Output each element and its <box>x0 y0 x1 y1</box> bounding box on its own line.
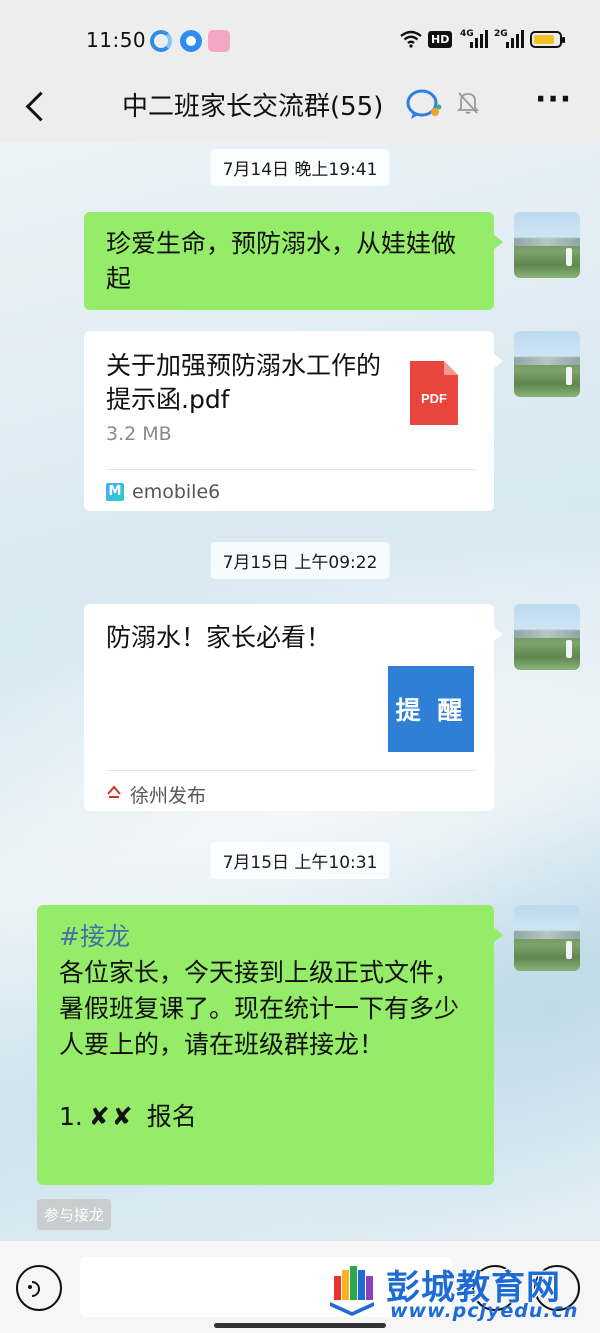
more-icon[interactable]: ··· <box>535 82 572 117</box>
chat-title: 中二班家长交流群(55) <box>122 92 384 122</box>
message-text: 珍爱生命，预防溺水，从娃娃做起 <box>106 229 457 293</box>
text-message-bubble[interactable]: 珍爱生命，预防溺水，从娃娃做起 <box>84 212 503 310</box>
solitaire-tag[interactable]: #接龙 <box>59 919 472 955</box>
solitaire-message-bubble[interactable]: #接龙 各位家长，今天接到上级正式文件，暑假班复课了。现在统计一下有多少人要上的… <box>37 905 503 1185</box>
entry-number: 1. <box>59 1102 83 1131</box>
pdf-label: PDF <box>421 391 447 406</box>
solitaire-entry: 1. ✘✘ 报名 <box>59 1099 472 1135</box>
join-solitaire-button[interactable]: 参与接龙 <box>37 1199 112 1230</box>
file-size: 3.2 MB <box>106 423 172 445</box>
message-timestamp: 7月14日 晚上19:41 <box>210 149 390 186</box>
avatar[interactable] <box>514 331 580 397</box>
wifi-icon <box>400 30 422 53</box>
signal-bars-icon <box>506 30 524 48</box>
card-divider <box>106 469 476 470</box>
chat-header: 中二班家长交流群(55) ··· <box>0 80 600 142</box>
avatar[interactable] <box>514 905 580 971</box>
hd-icon: HD <box>428 31 453 48</box>
signal-bars-icon <box>470 30 488 48</box>
file-message-card[interactable]: 关于加强预防溺水工作的提示函.pdf 3.2 MB PDF M emobile6 <box>84 331 503 511</box>
entry-name: ✘✘ <box>88 1102 135 1131</box>
voice-icon[interactable] <box>16 1265 62 1311</box>
emobile-icon: M <box>106 483 124 501</box>
article-thumbnail: 提 醒 <box>388 666 474 752</box>
cake-app-icon <box>208 30 230 52</box>
status-bar: 11:50 HD 4G 2G <box>0 0 600 80</box>
battery-level <box>534 35 555 44</box>
file-name: 关于加强预防溺水工作的提示函.pdf <box>106 351 382 414</box>
pdf-icon: PDF <box>410 361 458 425</box>
group-chat-icon <box>406 89 442 119</box>
status-time: 11:50 <box>86 28 147 52</box>
battery-icon <box>530 31 565 48</box>
watermark-logo <box>330 1266 374 1316</box>
avatar[interactable] <box>514 604 580 670</box>
watermark: 彭城教育网 www.pcjyedu.cn <box>320 1258 590 1328</box>
article-message-card[interactable]: 防溺水！家长必看！ 提 醒 徐州发布 <box>84 604 503 811</box>
mute-bell-icon <box>456 92 480 114</box>
browser-app-icon <box>150 30 172 52</box>
back-arrow-icon[interactable] <box>18 84 58 128</box>
article-title: 防溺水！家长必看！ <box>106 623 332 652</box>
avatar[interactable] <box>514 212 580 278</box>
publisher-logo-icon <box>107 785 121 798</box>
entry-action: 报名 <box>146 1102 197 1131</box>
file-source: emobile6 <box>132 481 221 503</box>
message-timestamp: 7月15日 上午10:31 <box>210 842 390 879</box>
article-source: 徐州发布 <box>130 785 207 807</box>
watermark-url: www.pcjyedu.cn <box>390 1300 579 1322</box>
message-text: 各位家长，今天接到上级正式文件，暑假班复课了。现在统计一下有多少人要上的，请在班… <box>59 958 460 1059</box>
home-indicator[interactable] <box>214 1323 386 1328</box>
message-timestamp: 7月15日 上午09:22 <box>210 542 390 579</box>
app-notification-icon <box>180 30 202 52</box>
card-divider <box>106 770 476 771</box>
